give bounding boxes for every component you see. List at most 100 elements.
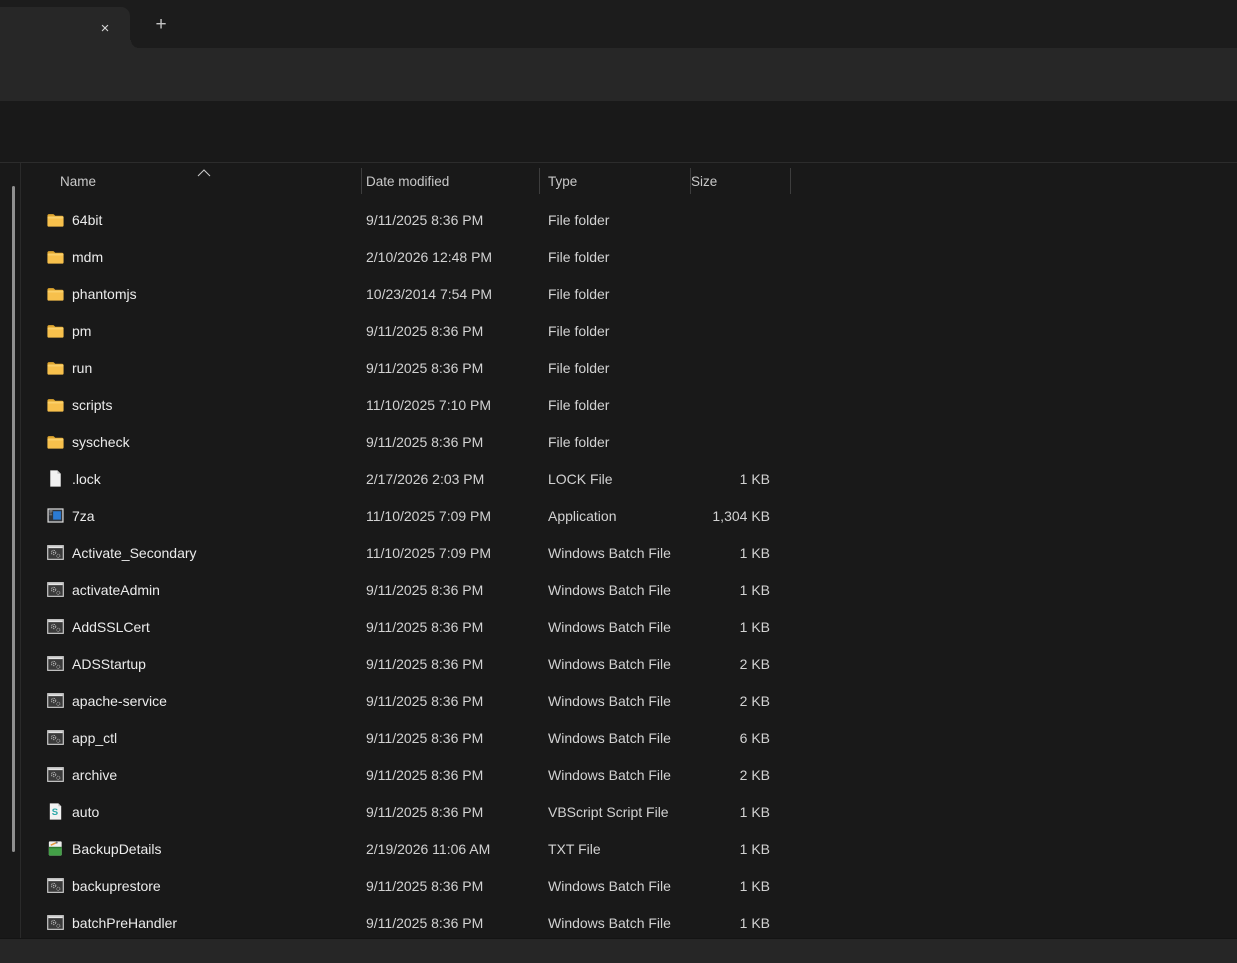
date-modified: 9/11/2025 8:36 PM [361,323,539,339]
address-bar: This PCLocal Disk (C:)Program FilesUEMS_… [0,48,1237,101]
file-type: Windows Batch File [539,878,681,894]
file-name: batchPreHandler [72,915,177,931]
date-modified: 9/11/2025 8:36 PM [361,212,539,228]
file-name: backuprestore [72,878,161,894]
date-modified: 2/17/2026 2:03 PM [361,471,539,487]
column-headers: Name Date modified Type Size [30,165,776,198]
file-size: 1 KB [681,619,776,635]
column-header-date-modified[interactable]: Date modified [361,174,539,189]
column-resize-handle[interactable] [539,168,540,194]
file-name: run [72,360,92,376]
file-size: 1 KB [681,545,776,561]
file-row[interactable]: pm 9/11/2025 8:36 PMFile folder [30,312,790,349]
column-header-name[interactable]: Name [30,174,361,189]
date-modified: 11/10/2025 7:10 PM [361,397,539,413]
folder-icon [46,432,65,451]
date-modified: 9/11/2025 8:36 PM [361,878,539,894]
file-row[interactable]: 64bit 9/11/2025 8:36 PMFile folder [30,201,790,238]
file-type: Windows Batch File [539,545,681,561]
file-row[interactable]: phantomjs10/23/2014 7:54 PMFile folder [30,275,790,312]
file-row[interactable]: scripts11/10/2025 7:10 PMFile folder [30,386,790,423]
batch-icon [46,913,65,932]
file-name: activateAdmin [72,582,160,598]
column-resize-handle[interactable] [790,168,791,194]
batch-icon [46,876,65,895]
batch-icon [46,543,65,562]
file-name: auto [72,804,99,820]
file-size: 1 KB [681,915,776,931]
file-row[interactable]: mdm2/10/2026 12:48 PMFile folder [30,238,790,275]
column-header-type[interactable]: Type [539,174,681,189]
status-bar [0,938,1237,963]
file-size: 1 KB [681,841,776,857]
column-resize-handle[interactable] [690,168,691,194]
file-row[interactable]: archive 9/11/2025 8:36 PMWindows Batch Fi… [30,756,790,793]
explorer-tab[interactable]: × [0,7,130,48]
batch-icon [46,580,65,599]
svg-text:S: S [52,807,58,818]
file-name: apache-service [72,693,167,709]
tab-close-icon[interactable]: × [94,18,116,40]
file-type: File folder [539,212,681,228]
file-name: scripts [72,397,112,413]
file-row[interactable]: .lock2/17/2026 2:03 PMLOCK File1 KB [30,460,790,497]
app-icon [46,506,65,525]
file-row[interactable]: activateAdmin9/11/2025 8:36 PMWindows Ba… [30,571,790,608]
file-name: 64bit [72,212,102,228]
date-modified: 9/11/2025 8:36 PM [361,693,539,709]
file-type: Windows Batch File [539,730,681,746]
file-name: AddSSLCert [72,619,150,635]
file-row[interactable]: backuprestore 9/11/2025 8:36 PMWindows Ba… [30,867,790,904]
date-modified: 9/11/2025 8:36 PM [361,434,539,450]
batch-icon [46,654,65,673]
column-header-size[interactable]: Size [681,174,776,189]
file-row[interactable]: Activate_Secondary11/10/2025 7:09 PMWind… [30,534,790,571]
folder-icon [46,321,65,340]
txt-icon [46,839,65,858]
file-row[interactable]: syscheck9/11/2025 8:36 PMFile folder [30,423,790,460]
file-explorer-window: × + This PCLocal Disk (C:)Program FilesU… [0,0,1237,963]
file-row[interactable]: app_ctl9/11/2025 8:36 PMWindows Batch Fi… [30,719,790,756]
file-name: 7za [72,508,95,524]
file-type: File folder [539,249,681,265]
file-row[interactable]: AddSSLCert 9/11/2025 8:36 PMWindows Batch… [30,608,790,645]
date-modified: 9/11/2025 8:36 PM [361,619,539,635]
batch-icon [46,691,65,710]
date-modified: 9/11/2025 8:36 PM [361,804,539,820]
file-type: Application [539,508,681,524]
batch-icon [46,728,65,747]
folder-icon [46,210,65,229]
vertical-scrollbar[interactable] [12,186,15,852]
file-type: File folder [539,323,681,339]
column-resize-handle[interactable] [361,168,362,194]
file-type: Windows Batch File [539,656,681,672]
file-row[interactable]: apache-service 9/11/2025 8:36 PMWindows B… [30,682,790,719]
tab-bar: × + [0,0,1237,48]
new-tab-icon[interactable]: + [149,13,173,37]
file-type: File folder [539,434,681,450]
file-size: 1,304 KB [681,508,776,524]
file-size: 6 KB [681,730,776,746]
date-modified: 9/11/2025 8:36 PM [361,360,539,376]
file-name: app_ctl [72,730,117,746]
file-row[interactable]: ADSStartup9/11/2025 8:36 PMWindows Batch… [30,645,790,682]
file-type: Windows Batch File [539,693,681,709]
file-size: 1 KB [681,878,776,894]
file-type: Windows Batch File [539,767,681,783]
folder-icon [46,284,65,303]
date-modified: 9/11/2025 8:36 PM [361,767,539,783]
file-row[interactable]: run9/11/2025 8:36 PMFile folder [30,349,790,386]
batch-icon [46,617,65,636]
pane-divider [20,163,21,938]
date-modified: 11/10/2025 7:09 PM [361,545,539,561]
file-name: archive [72,767,117,783]
file-row[interactable]: BackupDetails2/19/2026 11:06 AMTXT File1… [30,830,790,867]
tab-flare [130,40,139,48]
file-type: Windows Batch File [539,619,681,635]
file-row[interactable]: batchPreHandler9/11/2025 8:36 PMWindows … [30,904,790,941]
file-row[interactable]: 7za11/10/2025 7:09 PMApplication1,304 KB [30,497,790,534]
date-modified: 2/19/2026 11:06 AM [361,841,539,857]
vbs-icon: S [46,802,65,821]
file-name: pm [72,323,91,339]
file-row[interactable]: Sauto9/11/2025 8:36 PMVBScript Script Fi… [30,793,790,830]
